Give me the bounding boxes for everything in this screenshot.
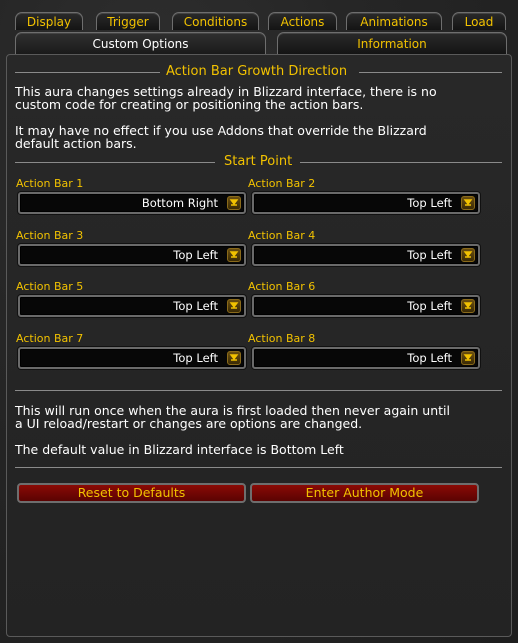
section-header-growth-direction: Action Bar Growth Direction — [15, 65, 502, 79]
action-bar-3-dropdown[interactable]: Top Left — [18, 244, 246, 266]
action-bar-3-label: Action Bar 3 — [16, 229, 84, 242]
action-bar-1-label: Action Bar 1 — [16, 177, 84, 190]
default-value-note: The default value in Blizzard interface … — [15, 442, 344, 457]
action-bar-2-dropdown[interactable]: Top Left — [252, 192, 480, 214]
action-bar-6-label: Action Bar 6 — [248, 280, 316, 293]
action-bar-2-label: Action Bar 2 — [248, 177, 316, 190]
action-bar-8-dropdown[interactable]: Top Left — [252, 347, 480, 369]
tab-trigger[interactable]: Trigger — [96, 12, 160, 30]
dropdown-value: Top Left — [407, 299, 452, 313]
dropdown-arrow-icon[interactable] — [461, 299, 475, 313]
dropdown-value: Top Left — [407, 196, 452, 210]
action-bar-1-dropdown[interactable]: Bottom Right — [18, 192, 246, 214]
dropdown-arrow-icon[interactable] — [461, 196, 475, 210]
dropdown-arrow-icon[interactable] — [461, 351, 475, 365]
action-bar-5-dropdown[interactable]: Top Left — [18, 295, 246, 317]
action-bar-6-dropdown[interactable]: Top Left — [252, 295, 480, 317]
dropdown-value: Bottom Right — [141, 196, 218, 210]
growth-description-line2: custom code for creating or positioning … — [15, 97, 364, 112]
tab-conditions[interactable]: Conditions — [172, 12, 259, 30]
action-bar-4-label: Action Bar 4 — [248, 229, 316, 242]
dropdown-value: Top Left — [173, 299, 218, 313]
addon-warning-line2: default action bars. — [15, 136, 137, 151]
action-bar-4-dropdown[interactable]: Top Left — [252, 244, 480, 266]
reset-defaults-button[interactable]: Reset to Defaults — [17, 483, 246, 503]
enter-author-mode-button[interactable]: Enter Author Mode — [250, 483, 479, 503]
dropdown-arrow-icon[interactable] — [227, 248, 241, 262]
tab-actions[interactable]: Actions — [268, 12, 337, 30]
action-bar-5-label: Action Bar 5 — [16, 280, 84, 293]
action-bar-7-dropdown[interactable]: Top Left — [18, 347, 246, 369]
dropdown-value: Top Left — [173, 351, 218, 365]
dropdown-value: Top Left — [173, 248, 218, 262]
dropdown-arrow-icon[interactable] — [227, 351, 241, 365]
dropdown-arrow-icon[interactable] — [461, 248, 475, 262]
action-bar-8-label: Action Bar 8 — [248, 332, 316, 345]
action-bar-7-label: Action Bar 7 — [16, 332, 84, 345]
dropdown-value: Top Left — [407, 351, 452, 365]
tab-animations[interactable]: Animations — [346, 12, 442, 30]
section-header-start-point: Start Point — [15, 155, 502, 169]
run-once-note-line2: a UI reload/restart or changes are optio… — [15, 416, 363, 431]
dropdown-value: Top Left — [407, 248, 452, 262]
dropdown-arrow-icon[interactable] — [227, 299, 241, 313]
options-window: Display Trigger Conditions Actions Anima… — [0, 0, 518, 643]
dropdown-arrow-icon[interactable] — [227, 196, 241, 210]
tab-load[interactable]: Load — [452, 12, 506, 30]
tab-custom-options[interactable]: Custom Options — [15, 32, 266, 54]
divider — [15, 467, 502, 468]
divider — [15, 390, 502, 391]
tab-information[interactable]: Information — [277, 32, 507, 54]
tab-display[interactable]: Display — [15, 12, 83, 30]
